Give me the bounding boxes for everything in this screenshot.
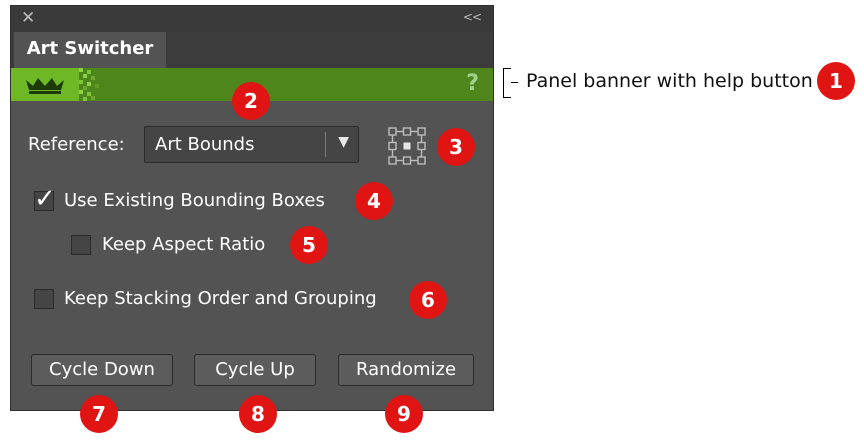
reference-point-icon[interactable]	[388, 127, 426, 165]
badge-2: 2	[232, 82, 270, 120]
badge-1: 1	[817, 62, 855, 100]
panel-tabstrip: Art Switcher	[11, 32, 493, 68]
checkmark-icon: ✓	[34, 184, 56, 214]
art-switcher-panel: ✕ << Art Switcher ? Reference: Art Bound…	[10, 5, 494, 411]
badge-3: 3	[437, 128, 475, 166]
reference-selected-value: Art Bounds	[155, 134, 255, 155]
callout-bracket	[503, 68, 511, 98]
randomize-button[interactable]: Randomize	[338, 354, 474, 386]
reference-dropdown[interactable]: Art Bounds ▼	[144, 126, 359, 163]
badge-6: 6	[409, 281, 447, 319]
use-existing-bounding-boxes-checkbox[interactable]: ✓	[34, 184, 56, 214]
collapse-panel-button[interactable]: <<	[463, 10, 482, 24]
keep-stacking-order-checkbox[interactable]	[34, 289, 54, 309]
pixel-fade-decoration	[79, 68, 99, 101]
close-icon[interactable]: ✕	[21, 8, 35, 28]
reference-label: Reference:	[28, 134, 125, 155]
badge-9: 9	[385, 395, 423, 433]
keep-aspect-ratio-checkbox[interactable]	[71, 235, 91, 255]
chevron-down-icon: ▼	[338, 134, 349, 150]
cycle-up-button[interactable]: Cycle Up	[194, 354, 316, 386]
callout-tick	[511, 82, 518, 83]
badge-5: 5	[290, 226, 328, 264]
panel-titlebar: ✕ <<	[11, 6, 493, 32]
badge-4: 4	[355, 182, 393, 220]
callout-text: Panel banner with help button	[526, 70, 813, 92]
dropdown-divider	[325, 132, 326, 157]
help-button[interactable]: ?	[466, 71, 479, 96]
cycle-down-button[interactable]: Cycle Down	[31, 354, 173, 386]
banner-logo	[11, 68, 79, 101]
badge-7: 7	[80, 395, 118, 433]
tab-art-switcher[interactable]: Art Switcher	[14, 32, 166, 68]
crown-icon	[26, 78, 64, 94]
badge-8: 8	[239, 395, 277, 433]
keep-aspect-ratio-label: Keep Aspect Ratio	[102, 234, 266, 255]
use-existing-bounding-boxes-label: Use Existing Bounding Boxes	[64, 190, 325, 211]
keep-stacking-order-label: Keep Stacking Order and Grouping	[64, 288, 377, 309]
